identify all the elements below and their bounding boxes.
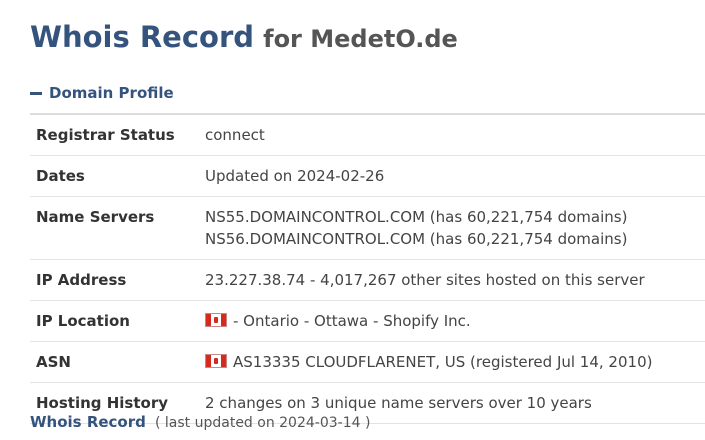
domain-profile-table: Registrar Status connect Dates Updated o…: [30, 113, 705, 424]
row-label: ASN: [30, 341, 199, 383]
last-updated-note: ( last updated on 2024-03-14 ): [154, 415, 371, 431]
ip-address-value[interactable]: 23.227.38.74 - 4,017,267 other sites hos…: [199, 259, 705, 301]
table-row: Name Servers NS55.DOMAINCONTROL.COM (has…: [30, 196, 705, 260]
name-servers-value: NS55.DOMAINCONTROL.COM (has 60,221,754 d…: [199, 196, 705, 260]
row-label: Registrar Status: [30, 114, 199, 156]
asn-value: AS13335 CLOUDFLARENET, US (registered Ju…: [233, 353, 653, 371]
canada-flag-icon: [205, 313, 227, 327]
canada-flag-icon: [205, 354, 227, 368]
collapse-minus-icon: [30, 92, 42, 95]
ip-location-cell: - Ontario - Ottawa - Shopify Inc.: [199, 300, 705, 342]
dates-value: Updated on 2024-02-26: [199, 155, 705, 197]
domain-profile-toggle[interactable]: Domain Profile: [30, 84, 174, 102]
registrar-status-value: connect: [199, 114, 705, 156]
row-label: Dates: [30, 155, 199, 197]
table-row: IP Address 23.227.38.74 - 4,017,267 othe…: [30, 259, 705, 301]
table-row: Dates Updated on 2024-02-26: [30, 155, 705, 197]
whois-record-link[interactable]: Whois Record: [30, 413, 146, 431]
table-row: IP Location - Ontario - Ottawa - Shopify…: [30, 300, 705, 342]
ip-location-value: - Ontario - Ottawa - Shopify Inc.: [233, 312, 471, 330]
name-server-2[interactable]: NS56.DOMAINCONTROL.COM (has 60,221,754 d…: [205, 228, 699, 250]
domain-profile-label: Domain Profile: [49, 84, 174, 102]
table-row: Registrar Status connect: [30, 114, 705, 156]
row-label: IP Location: [30, 300, 199, 342]
row-label: IP Address: [30, 259, 199, 301]
page-title-main: Whois Record: [30, 20, 255, 54]
table-row: ASN AS13335 CLOUDFLARENET, US (registere…: [30, 341, 705, 383]
asn-cell: AS13335 CLOUDFLARENET, US (registered Ju…: [199, 341, 705, 383]
row-label: Name Servers: [30, 196, 199, 260]
whois-record-footer: Whois Record ( last updated on 2024-03-1…: [30, 412, 370, 431]
page-title: Whois Record for MedetO.de: [30, 20, 458, 54]
page-title-domain: for MedetO.de: [263, 25, 458, 53]
name-server-1[interactable]: NS55.DOMAINCONTROL.COM (has 60,221,754 d…: [205, 206, 699, 228]
